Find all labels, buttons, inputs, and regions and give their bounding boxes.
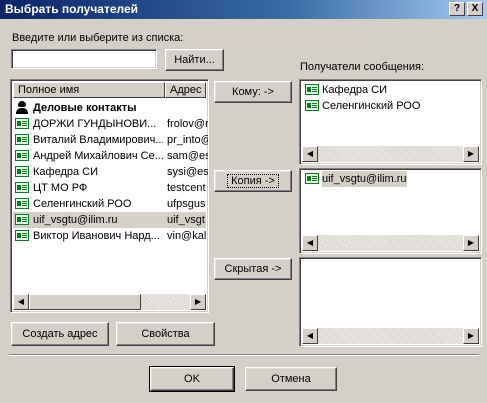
contact-name: Кафедра СИ: [33, 166, 99, 178]
contact-row[interactable]: Виталий Владимирович... pr_into@: [13, 132, 209, 148]
scroll-left-icon[interactable]: ◀: [302, 328, 318, 344]
recipient-label: uif_vsgtu@ilim.ru: [322, 171, 407, 187]
contact-name: Виктор Иванович Нард...: [33, 230, 160, 242]
find-button[interactable]: Найти...: [165, 49, 224, 71]
recipient-item[interactable]: Селенгинский РОО: [302, 98, 477, 114]
scroll-right-icon[interactable]: ▶: [190, 294, 206, 310]
contact-name: ДОРЖИ ГУНДЫНОВИ...: [33, 118, 157, 130]
close-button[interactable]: X: [467, 2, 483, 16]
contact-address: pr_into@: [167, 134, 209, 146]
contact-address: ufpsgus: [167, 198, 206, 210]
scroll-thumb[interactable]: [29, 294, 141, 310]
contact-address: uif_vsgt: [167, 214, 205, 226]
contact-row[interactable]: uif_vsgtu@ilim.ru uif_vsgt: [13, 212, 206, 228]
scroll-left-icon[interactable]: ◀: [13, 294, 29, 310]
contact-card-icon: [305, 84, 319, 95]
contact-card-icon: [15, 166, 29, 177]
search-label: Введите или выберите из списка:: [12, 32, 184, 44]
contacts-list[interactable]: Полное имя Адрес э Деловые контакты ДОРЖИ…: [10, 79, 209, 313]
contact-card-icon: [305, 100, 319, 111]
scroll-right-icon[interactable]: ▶: [463, 146, 479, 162]
contact-card-icon: [305, 173, 319, 184]
column-header-address[interactable]: Адрес э: [165, 82, 206, 98]
contact-row[interactable]: Кафедра СИ sysi@es: [13, 164, 209, 180]
contact-address: sam@es: [167, 150, 209, 162]
contact-row[interactable]: ДОРЖИ ГУНДЫНОВИ... frolov@r: [13, 116, 209, 132]
to-hscrollbar[interactable]: ◀ ▶: [302, 146, 479, 162]
contact-card-icon: [15, 198, 29, 209]
cc-recipients-list[interactable]: uif_vsgtu@ilim.ru ◀ ▶: [299, 168, 482, 254]
contact-row[interactable]: Андрей Михайлович Се... sam@es: [13, 148, 209, 164]
scroll-left-icon[interactable]: ◀: [302, 235, 318, 251]
properties-button[interactable]: Свойства: [116, 322, 215, 346]
contact-address: frolov@r: [167, 118, 209, 130]
contact-row[interactable]: ЦТ МО РФ testcent: [13, 180, 206, 196]
contact-address: vin@kal: [167, 230, 207, 242]
scroll-right-icon[interactable]: ▶: [463, 328, 479, 344]
contact-address: testcent: [167, 182, 206, 194]
bcc-button[interactable]: Скрытая ->: [214, 258, 292, 280]
search-input[interactable]: [11, 49, 157, 69]
contact-card-icon: [15, 230, 29, 241]
recipient-item[interactable]: uif_vsgtu@ilim.ru: [302, 171, 477, 187]
footer-separator: [9, 354, 479, 356]
contacts-hscrollbar[interactable]: ◀ ▶: [13, 294, 206, 310]
scroll-left-icon[interactable]: ◀: [302, 146, 318, 162]
contact-name: ЦТ МО РФ: [33, 182, 88, 194]
contact-row[interactable]: Деловые контакты: [13, 100, 206, 116]
contact-row[interactable]: Виктор Иванович Нард... vin@kal: [13, 228, 206, 244]
group-icon: [15, 101, 29, 114]
contact-name: Андрей Михайлович Се...: [33, 150, 163, 162]
contact-card-icon: [15, 134, 29, 145]
ok-button[interactable]: OK: [149, 366, 235, 392]
to-button[interactable]: Кому: ->: [214, 81, 292, 103]
contact-card-icon: [15, 214, 29, 225]
to-recipients-list[interactable]: Кафедра СИ Селенгинский РОО ◀ ▶: [299, 79, 482, 165]
recipient-item[interactable]: Кафедра СИ: [302, 82, 477, 98]
cc-button[interactable]: Копия ->: [214, 170, 292, 192]
contact-address: sysi@es: [167, 166, 209, 178]
contact-name: Деловые контакты: [33, 102, 137, 114]
column-header-name[interactable]: Полное имя: [13, 82, 165, 98]
contact-name: uif_vsgtu@ilim.ru: [33, 214, 118, 226]
contact-card-icon: [15, 118, 29, 129]
bcc-hscrollbar[interactable]: ◀ ▶: [302, 328, 479, 344]
contact-name: Виталий Владимирович...: [33, 134, 163, 146]
scroll-right-icon[interactable]: ▶: [463, 235, 479, 251]
contact-row[interactable]: Селенгинский РОО ufpsgus: [13, 196, 206, 212]
recipient-label: Кафедра СИ: [322, 84, 388, 96]
contact-card-icon: [15, 150, 29, 161]
window-title: Выбрать получателей: [5, 2, 139, 16]
recipients-label: Получатели сообщения:: [300, 61, 425, 73]
cc-hscrollbar[interactable]: ◀ ▶: [302, 235, 479, 251]
contact-card-icon: [15, 182, 29, 193]
contact-name: Селенгинский РОО: [33, 198, 132, 210]
help-button[interactable]: ?: [449, 2, 465, 16]
create-address-button[interactable]: Создать адрес: [11, 322, 109, 346]
bcc-recipients-list[interactable]: ◀ ▶: [299, 257, 482, 347]
recipient-label: Селенгинский РОО: [322, 100, 421, 112]
title-bar: Выбрать получателей ? X: [0, 0, 487, 19]
cancel-button[interactable]: Отмена: [245, 367, 337, 391]
